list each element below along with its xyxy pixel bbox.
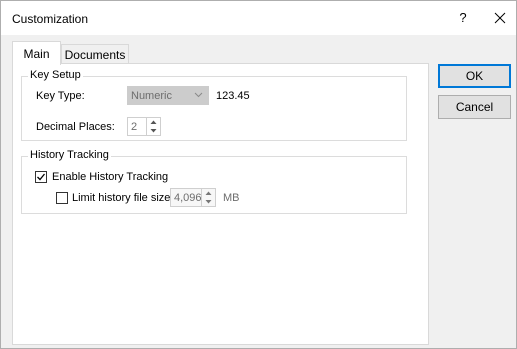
- tab-documents[interactable]: Documents: [61, 44, 129, 64]
- decimal-places-spin-buttons[interactable]: [146, 118, 160, 135]
- close-button[interactable]: [489, 8, 511, 28]
- title-bar: Customization ?: [1, 1, 516, 35]
- history-size-stepper[interactable]: 4,096: [170, 188, 216, 207]
- limit-history-checkbox[interactable]: [56, 192, 68, 204]
- decimal-places-stepper[interactable]: 2: [127, 117, 161, 136]
- customization-dialog: Customization ? Main Documents Key Setup…: [0, 0, 517, 349]
- window-title: Customization: [12, 12, 89, 26]
- decimal-places-label: Decimal Places:: [36, 121, 115, 133]
- cancel-button[interactable]: Cancel: [438, 95, 511, 119]
- limit-history-label[interactable]: Limit history file size:: [72, 192, 173, 204]
- key-type-select[interactable]: Numeric: [127, 86, 209, 105]
- checkmark-icon: [37, 173, 46, 181]
- history-size-spin-buttons[interactable]: [201, 189, 215, 206]
- history-size-unit: MB: [223, 192, 240, 204]
- key-type-label: Key Type:: [36, 90, 85, 102]
- close-icon: [494, 12, 506, 24]
- ok-button[interactable]: OK: [438, 64, 511, 88]
- enable-history-label[interactable]: Enable History Tracking: [52, 171, 168, 183]
- key-type-preview: 123.45: [216, 90, 250, 102]
- enable-history-checkbox[interactable]: [35, 171, 47, 183]
- spin-down-icon[interactable]: [205, 198, 212, 205]
- spin-up-icon[interactable]: [205, 190, 212, 197]
- key-type-value: Numeric: [131, 90, 172, 102]
- chevron-down-icon: [194, 92, 203, 98]
- tab-main[interactable]: Main: [12, 41, 61, 65]
- spin-down-icon[interactable]: [150, 127, 157, 134]
- history-tracking-legend: History Tracking: [28, 149, 111, 161]
- help-button[interactable]: ?: [452, 8, 474, 28]
- key-setup-legend: Key Setup: [28, 69, 83, 81]
- history-size-value: 4,096: [174, 192, 202, 204]
- decimal-places-value: 2: [131, 121, 138, 133]
- spin-up-icon[interactable]: [150, 119, 157, 126]
